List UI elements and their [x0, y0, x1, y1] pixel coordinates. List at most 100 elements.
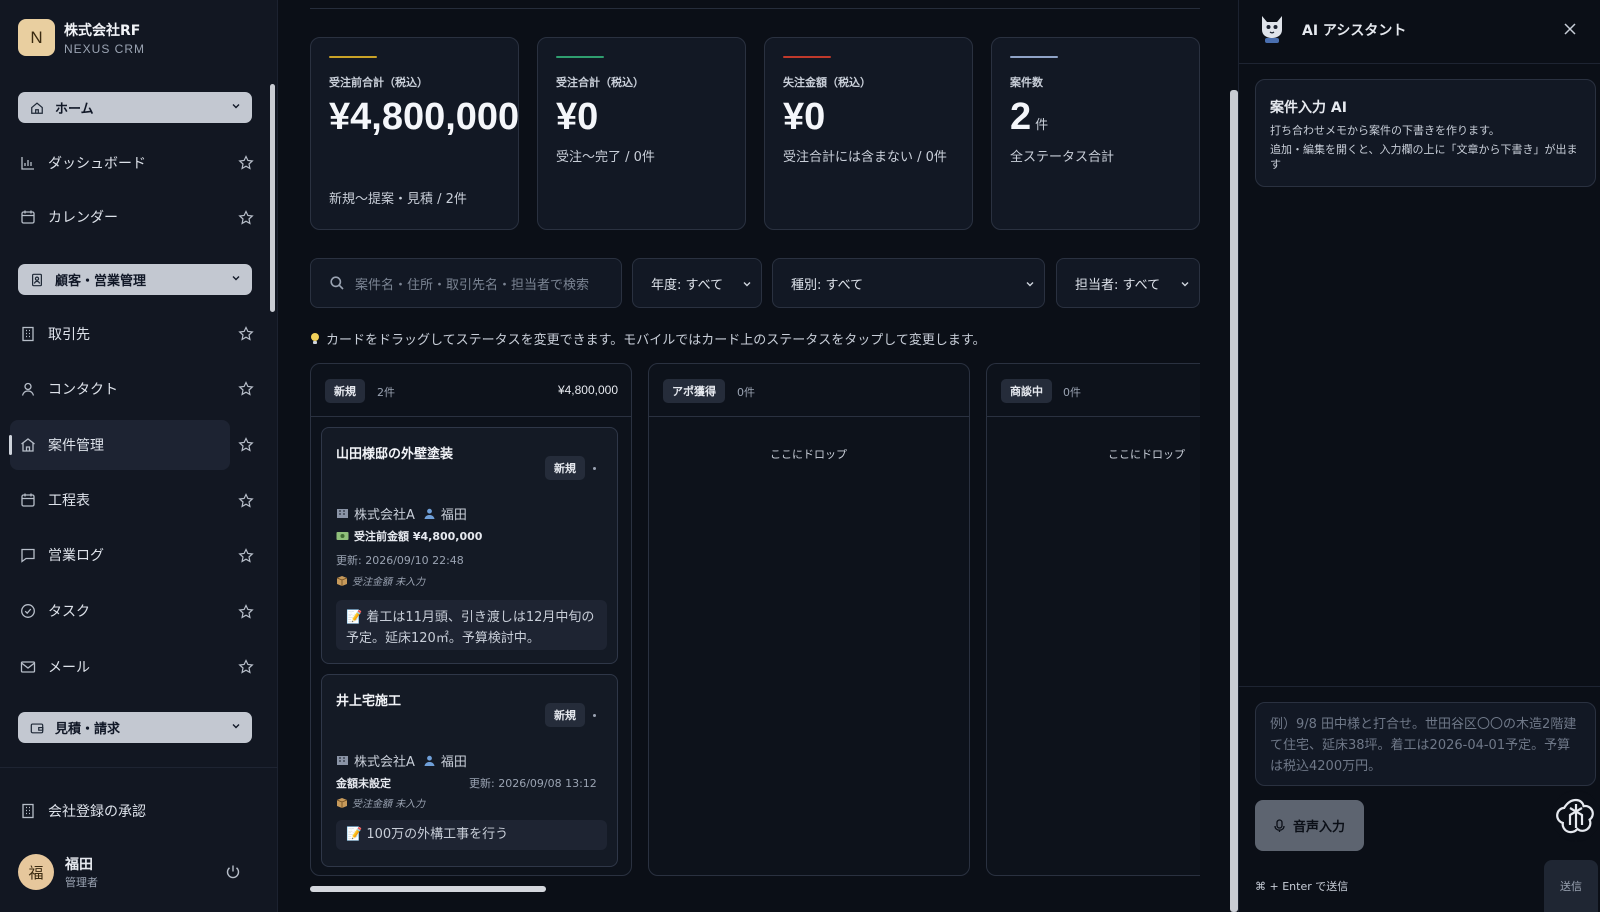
calendar-icon	[21, 210, 35, 224]
wallet-icon	[30, 722, 44, 733]
column-count: 2件	[377, 386, 395, 399]
voice-input-button[interactable]: 音声入力	[1255, 800, 1364, 851]
chevron-down-icon	[743, 282, 751, 287]
kpi-sub: 受注合計には含まない / 0件	[783, 150, 947, 165]
kpi-card-pre-order: 受注前合計（税込） ¥4,800,000 新規〜提案・見積 / 2件	[310, 37, 519, 230]
deal-updated: 更新: 2026/09/10 22:48	[336, 554, 464, 567]
ai-divider	[1239, 686, 1600, 687]
close-icon[interactable]	[1563, 22, 1577, 36]
person-icon	[424, 755, 435, 766]
search-input[interactable]: 案件名・住所・取引先名・担当者で検索	[310, 258, 622, 308]
kpi-card-deal-count: 案件数 2件 全ステータス合計	[991, 37, 1200, 230]
section-home[interactable]: ホーム	[18, 92, 252, 123]
deal-owner: 福田	[440, 508, 467, 523]
year-select[interactable]: 年度: すべて	[632, 258, 762, 308]
ai-message-input[interactable]: 例）9/8 田中様と打合せ。世田谷区〇〇の木造2階建て住宅、延床38坪。着工は2…	[1255, 702, 1596, 786]
star-icon[interactable]	[238, 210, 254, 226]
kanban-column-appointment[interactable]: アポ獲得 0件 ここにドロップ	[648, 363, 970, 876]
kpi-sub: 受注〜完了 / 0件	[556, 150, 655, 165]
message-icon	[21, 548, 35, 563]
top-divider	[310, 8, 1200, 9]
deal-status-button[interactable]: 新規	[545, 456, 585, 480]
section-home-label: ホーム	[55, 102, 94, 117]
kpi-label: 受注合計（税込）	[556, 76, 644, 89]
deal-card[interactable]: 井上宅施工 新規 株式会社A 福田 金額未設定 更新: 2026/09/08 1…	[321, 674, 618, 867]
column-count: 0件	[737, 386, 755, 399]
deal-unset-text: 受注金額 未入力	[352, 799, 426, 810]
deal-client-owner: 株式会社A 福田	[336, 751, 467, 770]
ai-card-title: 案件入力 AI	[1270, 100, 1347, 116]
sidebar-item-label: メール	[48, 660, 90, 676]
chevron-down-icon	[1181, 282, 1189, 287]
section-customer-sales[interactable]: 顧客・営業管理	[18, 264, 252, 295]
star-icon[interactable]	[238, 493, 254, 509]
star-icon[interactable]	[238, 155, 254, 171]
kanban-horizontal-scrollbar[interactable]	[310, 886, 546, 892]
deal-title: 山田様邸の外壁塗装	[336, 447, 454, 462]
voice-input-label: 音声入力	[1292, 820, 1345, 835]
ai-panel-scrollbar[interactable]	[1230, 90, 1238, 912]
deal-title: 井上宅施工	[336, 694, 402, 709]
chevron-down-icon	[232, 276, 240, 281]
deal-order-amount-unset: 受注金額 未入力	[336, 573, 425, 588]
kpi-accent-bar	[1010, 56, 1058, 58]
type-select[interactable]: 種別: すべて	[772, 258, 1045, 308]
star-icon[interactable]	[238, 659, 254, 675]
sidebar-item-calendar[interactable]: カレンダー	[10, 192, 230, 242]
sidebar-item-label: 会社登録の承認	[48, 804, 146, 820]
person-icon	[424, 508, 435, 519]
sidebar-item-mail[interactable]: メール	[10, 642, 230, 692]
sidebar-item-label: 営業ログ	[48, 548, 104, 564]
sidebar-item-label: コンタクト	[48, 382, 118, 398]
deal-client-owner: 株式会社A 福田	[336, 504, 467, 523]
star-icon[interactable]	[238, 548, 254, 564]
sidebar-item-contacts[interactable]: コンタクト	[10, 364, 230, 414]
sidebar-item-clients[interactable]: 取引先	[10, 309, 230, 359]
sidebar-item-company-approval[interactable]: 会社登録の承認	[10, 786, 230, 836]
star-icon[interactable]	[238, 604, 254, 620]
home-icon	[31, 101, 43, 114]
star-icon[interactable]	[238, 437, 254, 453]
column-header: 商談中 0件	[987, 364, 1200, 417]
sidebar-item-dashboard[interactable]: ダッシュボード	[10, 138, 230, 188]
star-icon[interactable]	[238, 381, 254, 397]
kpi-card-lost: 失注金額（税込） ¥0 受注合計には含まない / 0件	[764, 37, 973, 230]
ai-header: AI アシスタント	[1239, 0, 1600, 64]
power-icon[interactable]	[225, 864, 241, 880]
drop-zone-label: ここにドロップ	[1108, 448, 1185, 461]
deal-unset-text: 受注金額 未入力	[352, 577, 426, 588]
avatar[interactable]: 福	[18, 854, 54, 890]
ai-logo-button-icon[interactable]	[1550, 790, 1600, 842]
deal-order-amount-unset: 受注金額 未入力	[336, 795, 425, 810]
kanban-column-negotiation[interactable]: 商談中 0件 ここにドロップ	[986, 363, 1200, 876]
owner-select-value: 担当者: すべて	[1075, 277, 1161, 293]
brand-logo: N	[18, 19, 55, 56]
section-quotes-invoices[interactable]: 見積・請求	[18, 712, 252, 743]
owner-select[interactable]: 担当者: すべて	[1056, 258, 1200, 308]
sidebar-item-tasks[interactable]: タスク	[10, 586, 230, 636]
chevron-down-icon	[232, 104, 240, 109]
kpi-unit: 件	[1035, 117, 1049, 132]
kpi-value: 2件	[1010, 96, 1185, 146]
sidebar-scrollbar[interactable]	[270, 84, 275, 312]
column-header: アポ獲得 0件	[649, 364, 969, 417]
brand[interactable]: N 株式会社RF NEXUS CRM	[18, 19, 145, 56]
deal-card[interactable]: 山田様邸の外壁塗装 新規 株式会社A 福田 受注前金額 ¥4,800,000 更…	[321, 427, 618, 664]
chevron-down-icon	[232, 724, 240, 729]
sidebar-item-schedule[interactable]: 工程表	[10, 475, 230, 525]
send-button[interactable]: 送信	[1544, 860, 1598, 912]
kanban-column-new[interactable]: 新規 2件 ¥4,800,000 山田様邸の外壁塗装 新規 株式会社A 福田 受…	[310, 363, 632, 876]
sidebar-item-sales-log[interactable]: 営業ログ	[10, 530, 230, 580]
sidebar-item-deals[interactable]: 案件管理	[9, 420, 230, 470]
deal-status-button[interactable]: 新規	[545, 703, 585, 727]
kpi-accent-bar	[556, 56, 604, 58]
ai-card-note: 追加・編集を開くと、入力欄の上に「文章から下書き」が出ます	[1270, 143, 1578, 171]
kpi-sub: 新規〜提案・見積 / 2件	[329, 192, 467, 207]
star-icon[interactable]	[238, 326, 254, 342]
sidebar-item-label: タスク	[48, 604, 90, 620]
kpi-value: ¥0	[556, 96, 599, 138]
column-status-tag: 新規	[325, 379, 365, 403]
deal-amount-text: 受注前金額 ¥4,800,000	[354, 530, 483, 543]
company-name: 株式会社RF	[64, 22, 141, 39]
sidebar-item-label: ダッシュボード	[48, 156, 146, 172]
